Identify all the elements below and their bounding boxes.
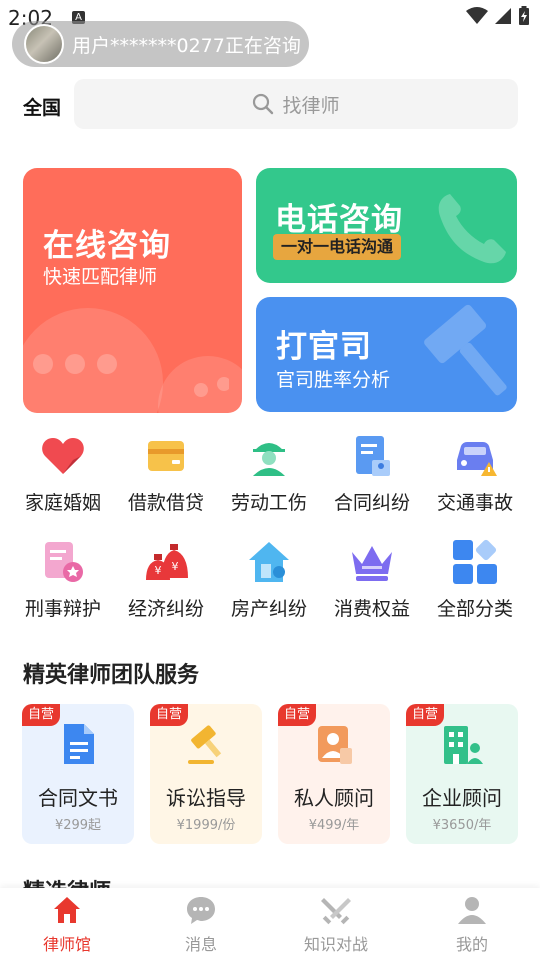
nav-label: 律师馆 [42,935,91,954]
category-loan[interactable]: 借款借贷 [114,432,218,515]
nav-label: 我的 [455,935,488,954]
service-contract-docs[interactable]: 自营 合同文书 ¥299起 [22,704,134,844]
phone-consult-title: 电话咨询 [275,202,403,238]
service-private-advisor[interactable]: 自营 私人顾问 ¥499/年 [278,704,390,844]
consult-toast-text: 用户*******0277正在咨询 [72,34,301,57]
money-bags-icon: ¥ ¥ [146,544,188,580]
house-icon [249,542,289,582]
online-consult-title: 在线咨询 [43,228,171,264]
document-icon [64,724,94,764]
region-selector[interactable]: 全国 [23,93,61,120]
battery-icon [519,6,529,25]
building-icon [444,726,483,764]
category-criminal[interactable]: 刑事辩护 [11,538,115,621]
category-label: 家庭婚姻 [24,492,101,514]
shield-document-icon [45,542,83,582]
search-input[interactable]: 找律师 [74,79,518,129]
self-operated-badge: 自营 [22,704,61,726]
category-label: 房产纠纷 [230,598,307,620]
search-placeholder: 找律师 [282,94,340,117]
lawsuit-card[interactable]: 打官司 官司胜率分析 [256,297,517,412]
self-operated-badge: 自营 [278,704,317,726]
self-operated-badge: 自营 [406,704,445,726]
nav-mine[interactable]: 我的 [422,894,522,955]
phone-consult-badge: 一对一电话沟通 [273,234,402,260]
car-icon [457,442,497,476]
grid-icon [453,539,497,584]
bottom-nav: 律师馆 消息 知识对战 我的 [0,888,540,960]
service-label: 诉讼指导 [166,786,246,810]
nav-knowledge-battle[interactable]: 知识对战 [286,894,386,955]
category-label: 刑事辩护 [24,598,101,620]
service-litigation[interactable]: 自营 诉讼指导 ¥1999/份 [150,704,262,844]
avatar [24,24,64,64]
category-all[interactable]: 全部分类 [423,538,527,621]
crown-icon [352,546,392,581]
category-label: 合同纠纷 [333,492,410,514]
gavel-icon [188,725,222,764]
category-property[interactable]: 房产纠纷 [217,538,321,621]
signal-icon [495,8,511,24]
nav-label: 知识对战 [303,935,368,954]
category-label: 经济纠纷 [127,598,204,620]
phone-consult-card[interactable]: 电话咨询 一对一电话沟通 [256,168,517,283]
service-label: 企业顾问 [422,786,502,810]
elite-section-title: 精英律师团队服务 [23,663,200,688]
user-icon [458,897,486,924]
person-card-icon [318,726,352,764]
chat-bubble-icon [33,354,229,397]
service-label: 私人顾问 [294,786,374,810]
svg-text:¥: ¥ [172,560,179,573]
swords-icon [321,898,351,925]
service-price: ¥299起 [54,818,102,833]
status-icons [466,6,530,26]
service-price: ¥3650/年 [432,818,492,833]
wallet-icon [148,441,184,471]
lawsuit-title: 打官司 [276,329,372,365]
nav-label: 消息 [184,935,217,954]
phone-icon [438,194,506,264]
worker-icon [253,443,285,476]
consult-toast: 用户*******0277正在咨询 [12,21,309,67]
service-label: 合同文书 [38,786,118,810]
heart-icon [42,438,84,474]
lawsuit-subtitle: 官司胜率分析 [276,369,391,391]
online-consult-subtitle: 快速匹配律师 [43,266,158,288]
category-label: 消费权益 [333,598,410,620]
self-operated-badge: 自营 [150,704,189,726]
wifi-icon [466,7,488,24]
category-label: 借款借贷 [127,492,204,514]
category-family[interactable]: 家庭婚姻 [11,432,115,515]
gavel-icon [424,304,507,396]
chat-icon [187,897,215,924]
category-label: 全部分类 [436,598,513,620]
service-enterprise-advisor[interactable]: 自营 企业顾问 ¥3650/年 [406,704,518,844]
online-consult-card[interactable]: 在线咨询 快速匹配律师 [23,168,242,413]
svg-text:¥: ¥ [155,564,162,577]
home-icon [54,897,80,923]
category-contract[interactable]: 合同纠纷 [320,432,424,515]
category-labor[interactable]: 劳动工伤 [217,432,321,515]
category-economic[interactable]: ¥ ¥ 经济纠纷 [114,538,218,621]
category-consumer[interactable]: 消费权益 [320,538,424,621]
search-icon [253,93,274,115]
category-label: 交通事故 [436,492,513,514]
nav-messages[interactable]: 消息 [151,894,251,955]
category-traffic[interactable]: 交通事故 [423,432,527,515]
service-price: ¥1999/份 [176,818,236,833]
contract-icon [356,436,390,476]
category-label: 劳动工伤 [230,492,307,514]
service-price: ¥499/年 [308,818,360,833]
nav-lawyer-hall[interactable]: 律师馆 [17,894,117,955]
